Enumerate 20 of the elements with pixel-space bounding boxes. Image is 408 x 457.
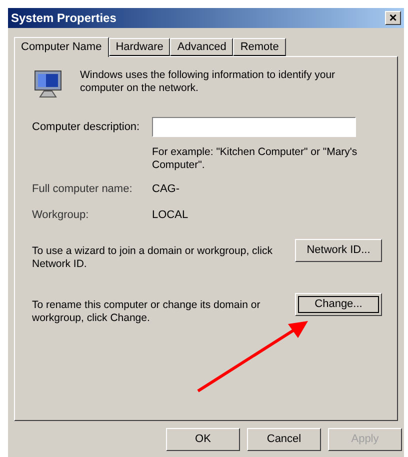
- tab[interactable]: Remote: [233, 38, 286, 56]
- instruction-text: To use a wizard to join a domain or workgroup, click Network ID.: [32, 245, 274, 271]
- dialog-button[interactable]: Cancel: [247, 428, 321, 451]
- tab[interactable]: Advanced: [170, 38, 234, 56]
- action-button[interactable]: Change...: [295, 293, 382, 316]
- description-field[interactable]: [152, 117, 356, 137]
- window-title: System Properties: [11, 10, 116, 27]
- intro-text: Windows uses the following information to identify your computer on the network.: [80, 69, 336, 96]
- field-label: Computer description:: [32, 120, 141, 135]
- action-button[interactable]: Network ID...: [295, 239, 382, 262]
- tab[interactable]: Hardware: [108, 38, 170, 56]
- info-value: CAG-: [152, 182, 180, 197]
- tab[interactable]: Computer Name: [14, 37, 109, 57]
- instruction-text: To rename this computer or change its domain or workgroup, click Change.: [32, 299, 262, 325]
- info-label: Workgroup:: [32, 208, 90, 222]
- info-label: Full computer name:: [32, 182, 134, 197]
- hint-text: For example: "Kitchen Computer" or "Mary's Computer".: [152, 146, 358, 172]
- info-value: LOCAL: [152, 208, 188, 222]
- close-button[interactable]: ×: [385, 11, 401, 25]
- dialog-button[interactable]: OK: [166, 428, 240, 451]
